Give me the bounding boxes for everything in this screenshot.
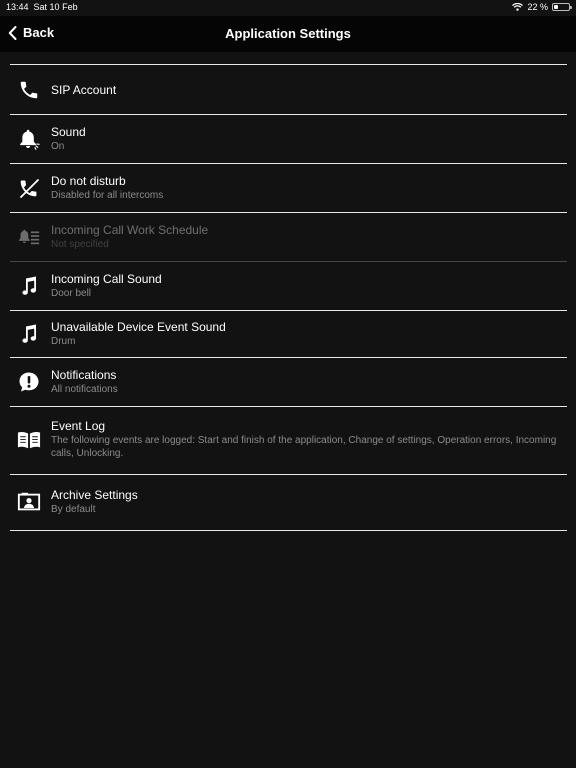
status-time: 13:44 — [6, 2, 29, 12]
settings-item-value: Drum — [51, 336, 76, 347]
battery-icon — [552, 3, 572, 11]
page-title: Application Settings — [225, 26, 351, 41]
settings-item-incoming-call-sound[interactable]: Incoming Call Sound Door bell — [10, 262, 567, 311]
settings-item-notifications[interactable]: Notifications All notifications — [10, 358, 567, 407]
settings-item-title: Archive Settings — [51, 488, 138, 502]
status-time-date: 13:44 Sat 10 Feb — [6, 2, 78, 12]
settings-item-value: Not specified — [51, 239, 109, 250]
book-icon — [17, 428, 41, 452]
status-date: Sat 10 Feb — [33, 2, 78, 12]
bell-icon — [17, 127, 41, 151]
settings-item-value: By default — [51, 504, 96, 515]
alert-bubble-icon — [17, 370, 41, 394]
settings-item-title: Sound — [51, 125, 86, 139]
settings-item-title: Unavailable Device Event Sound — [51, 320, 226, 334]
phone-icon — [17, 78, 41, 102]
battery-percent: 22 % — [527, 2, 548, 12]
status-right: 22 % — [512, 2, 572, 12]
settings-item-sound[interactable]: Sound On — [10, 115, 567, 164]
archive-user-icon — [17, 490, 41, 514]
wifi-icon — [512, 3, 524, 11]
bell-schedule-icon — [17, 225, 41, 249]
settings-item-value: All notifications — [51, 384, 118, 395]
settings-list: SIP Account Sound On Do not disturb Disa… — [10, 64, 567, 531]
settings-item-archive-settings[interactable]: Archive Settings By default — [10, 475, 567, 531]
settings-item-value: Door bell — [51, 288, 92, 299]
settings-item-value: Disabled for all intercoms — [51, 190, 164, 201]
settings-item-unavailable-device-event-sound[interactable]: Unavailable Device Event Sound Drum — [10, 311, 567, 358]
phone-off-icon — [17, 176, 41, 200]
status-bar: 13:44 Sat 10 Feb 22 % — [0, 0, 576, 16]
music-note-icon — [17, 322, 41, 346]
settings-item-value: The following events are logged: Start a… — [51, 435, 557, 459]
nav-bar: Back Application Settings — [0, 16, 576, 52]
music-note-icon — [17, 274, 41, 298]
settings-item-title: Incoming Call Sound — [51, 272, 162, 286]
settings-item-title: Incoming Call Work Schedule — [51, 223, 209, 237]
settings-item-title: Event Log — [51, 419, 106, 433]
settings-item-value: On — [51, 141, 65, 152]
settings-item-do-not-disturb[interactable]: Do not disturb Disabled for all intercom… — [10, 164, 567, 213]
settings-item-title: Do not disturb — [51, 174, 126, 188]
settings-item-title: Notifications — [51, 368, 117, 382]
settings-item-title: SIP Account — [51, 83, 117, 97]
settings-item-sip-account[interactable]: SIP Account — [10, 65, 567, 115]
settings-item-incoming-call-work-schedule: Incoming Call Work Schedule Not specifie… — [10, 213, 567, 262]
settings-item-event-log[interactable]: Event Log The following events are logge… — [10, 407, 567, 475]
